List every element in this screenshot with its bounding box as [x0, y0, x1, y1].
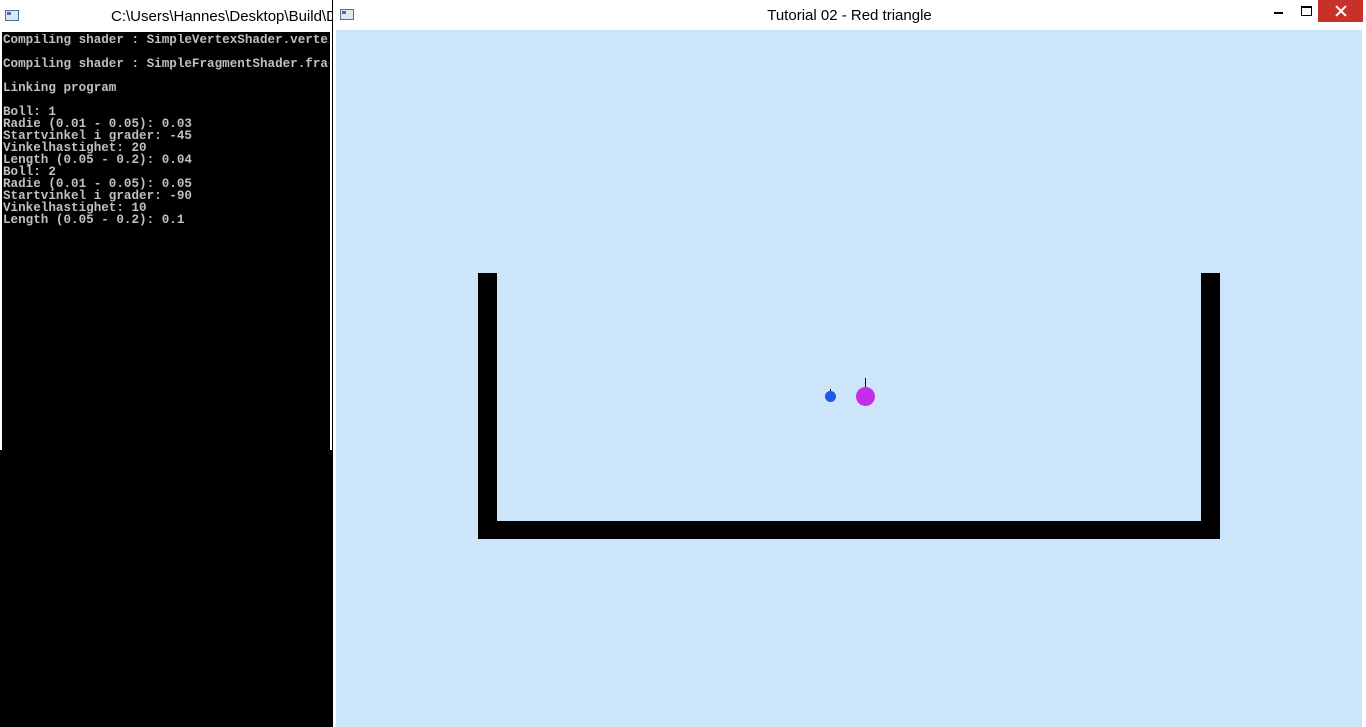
console-title: C:\Users\Hannes\Desktop\Build\D — [111, 8, 332, 25]
ball-2 — [856, 387, 875, 406]
maximize-button[interactable] — [1292, 0, 1320, 22]
console-line: Linking program — [3, 81, 117, 95]
maximize-icon — [1300, 6, 1312, 16]
opengl-titlebar[interactable]: Tutorial 02 - Red triangle — [333, 0, 1366, 30]
container-right-wall — [1201, 273, 1220, 539]
console-window[interactable]: C:\Users\Hannes\Desktop\Build\D Compilin… — [0, 0, 332, 727]
container-left-wall — [478, 273, 497, 539]
window-title: Tutorial 02 - Red triangle — [767, 7, 932, 24]
minimize-icon — [1273, 12, 1283, 14]
close-button[interactable] — [1318, 0, 1363, 22]
container-floor — [478, 521, 1220, 539]
minimize-button[interactable] — [1264, 0, 1292, 22]
console-line: Length (0.05 - 0.2): 0.1 — [3, 213, 185, 227]
console-line: Compiling shader : SimpleVertexShader.ve… — [3, 34, 329, 47]
console-output[interactable]: Compiling shader : SimpleVertexShader.ve… — [3, 34, 329, 254]
render-canvas[interactable] — [336, 30, 1362, 727]
console-line: Compiling shader : SimpleFragmentShader.… — [3, 57, 329, 71]
close-icon — [1335, 5, 1347, 17]
console-window-icon[interactable] — [5, 10, 19, 21]
console-titlebar[interactable]: C:\Users\Hannes\Desktop\Build\D — [0, 0, 332, 32]
opengl-window[interactable]: Tutorial 02 - Red triangle — [333, 0, 1366, 727]
ball-1 — [825, 391, 836, 402]
